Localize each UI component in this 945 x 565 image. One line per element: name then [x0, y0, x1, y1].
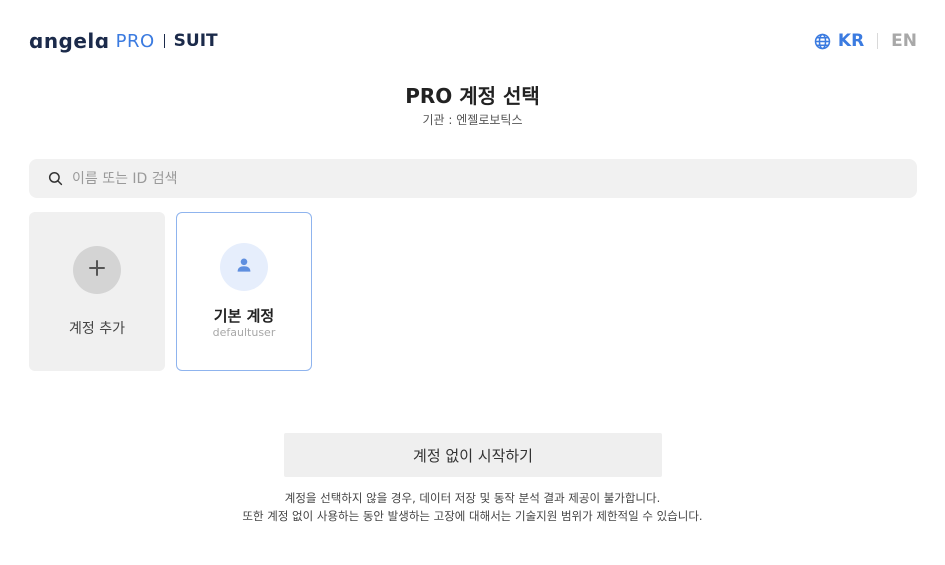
- language-switcher: KR EN: [814, 28, 917, 54]
- user-icon: [236, 257, 252, 277]
- account-select-page: ɑngelɑ PRO SUIT KR EN PRO 계정 선택 기관 : 엔젤로…: [0, 0, 945, 565]
- search-bar[interactable]: [29, 159, 917, 198]
- add-account-circle: [73, 246, 121, 294]
- logo-pro-text: PRO: [115, 30, 155, 52]
- globe-icon: [814, 33, 831, 50]
- account-id: defaultuser: [212, 326, 276, 339]
- institution-label: 기관 : 엔젤로보틱스: [422, 113, 523, 127]
- account-card-defaultuser[interactable]: 기본 계정 defaultuser: [176, 212, 312, 371]
- lang-kr-button[interactable]: KR: [838, 31, 864, 51]
- logo-brand-text: ɑngelɑ: [29, 29, 110, 53]
- lang-en-button[interactable]: EN: [891, 31, 917, 51]
- search-icon: [48, 171, 63, 186]
- logo-divider: [163, 34, 165, 48]
- start-without-account-button[interactable]: 계정 없이 시작하기: [284, 433, 662, 477]
- app-logo: ɑngelɑ PRO SUIT: [29, 28, 218, 54]
- account-name: 기본 계정: [213, 307, 275, 325]
- notice-line-1: 계정을 선택하지 않을 경우, 데이터 저장 및 동작 분석 결과 제공이 불가…: [284, 491, 661, 505]
- page-title: PRO 계정 선택: [405, 84, 540, 108]
- notice-line-2: 또한 계정 없이 사용하는 동안 발생하는 고장에 대해서는 기술지원 범위가 …: [242, 509, 703, 523]
- account-avatar: [220, 243, 268, 291]
- add-account-label: 계정 추가: [69, 321, 125, 337]
- plus-icon: [88, 259, 106, 281]
- add-account-card[interactable]: 계정 추가: [29, 212, 165, 371]
- lang-divider: [877, 33, 879, 49]
- logo-suit-text: SUIT: [173, 31, 218, 51]
- search-input[interactable]: [72, 170, 872, 187]
